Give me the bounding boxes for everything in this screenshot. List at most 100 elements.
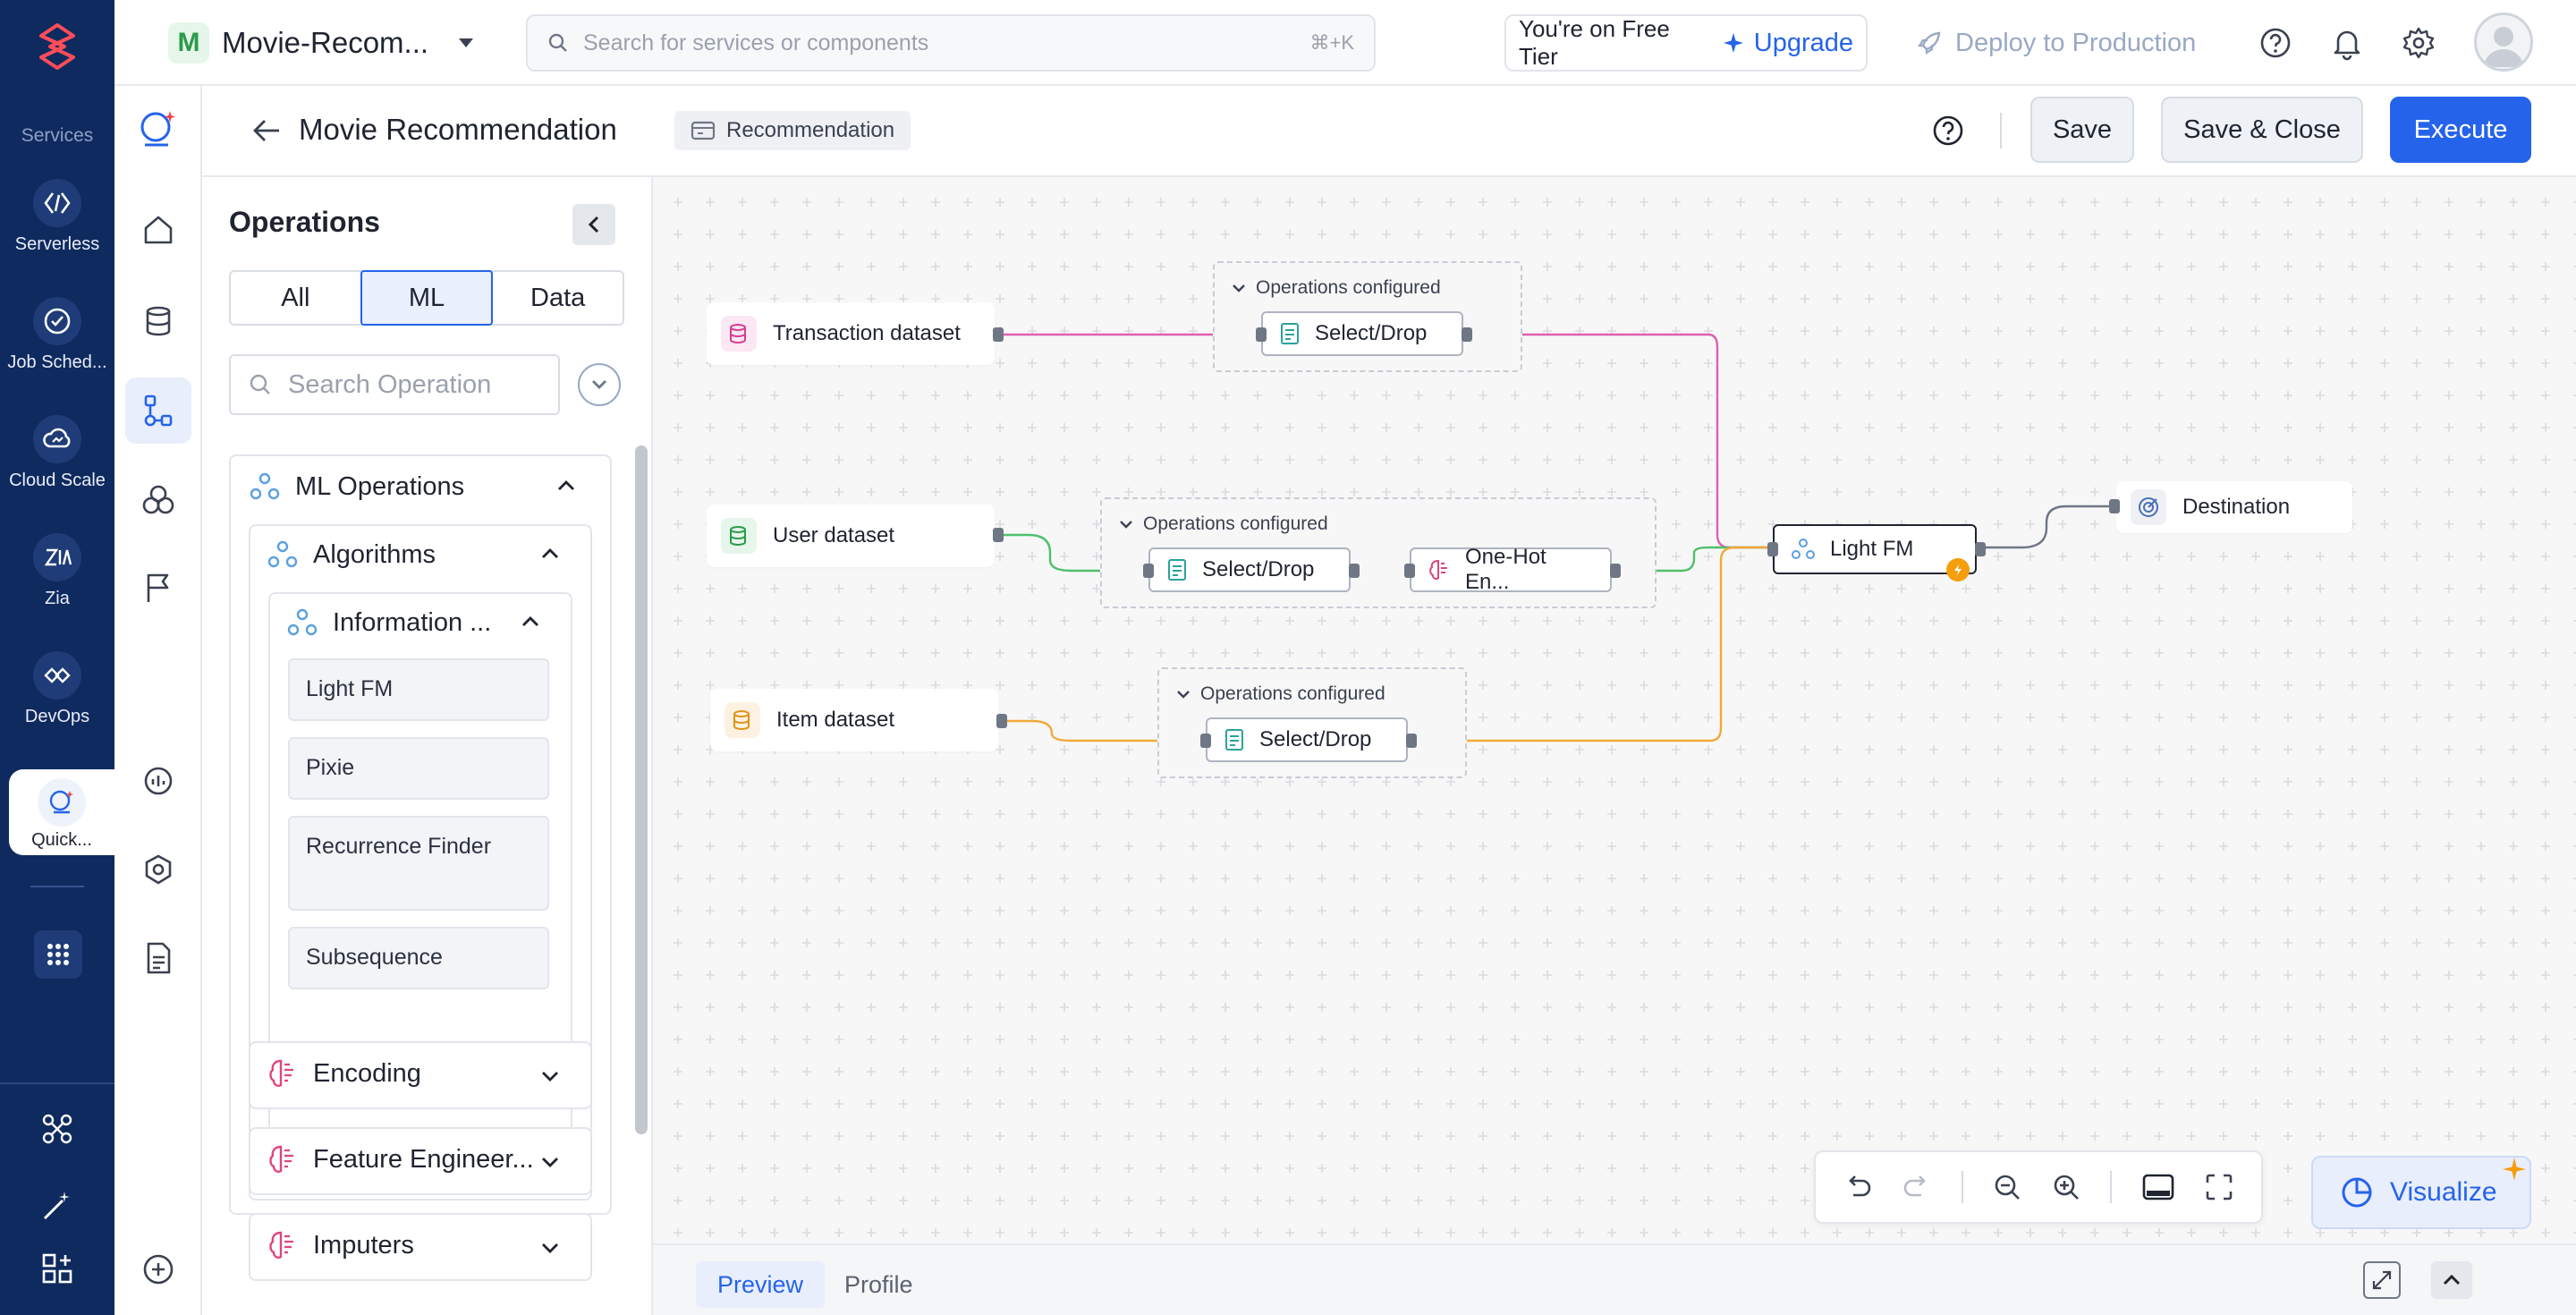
help-icon[interactable] bbox=[2258, 25, 2293, 61]
rail-item-label: Job Sched... bbox=[7, 352, 107, 372]
input-port[interactable] bbox=[1256, 327, 1267, 342]
one-hot-encoding-op[interactable]: One-Hot En... bbox=[1410, 545, 1612, 594]
search-placeholder: Search for services or components bbox=[583, 30, 929, 55]
apps-grid-icon[interactable] bbox=[34, 930, 82, 979]
group-header[interactable]: Operations configured bbox=[1118, 513, 1328, 535]
tab-all[interactable]: All bbox=[231, 272, 360, 324]
rail-item-zia[interactable]: Zia bbox=[0, 533, 114, 641]
bell-icon[interactable] bbox=[2329, 25, 2365, 61]
input-port[interactable] bbox=[1404, 564, 1415, 578]
filter-dropdown-button[interactable] bbox=[578, 363, 621, 406]
home-icon[interactable] bbox=[125, 197, 191, 263]
operation-search-input[interactable]: Search Operation bbox=[229, 354, 560, 415]
magic-wand-icon[interactable] bbox=[39, 1188, 75, 1224]
chevron-down-icon[interactable] bbox=[540, 1156, 560, 1168]
operations-scrollbar[interactable] bbox=[635, 445, 648, 1134]
output-port[interactable] bbox=[996, 714, 1007, 728]
quickml-logo-icon[interactable] bbox=[125, 97, 191, 163]
help-circle-icon[interactable] bbox=[1930, 113, 1966, 148]
pipeline-canvas[interactable]: Transaction dataset User dataset Item da… bbox=[653, 177, 2576, 1243]
save-close-button[interactable]: Save & Close bbox=[2161, 97, 2363, 163]
pipelines-icon[interactable] bbox=[125, 378, 191, 444]
operation-item-light-fm[interactable]: Light FM bbox=[288, 658, 549, 721]
chevron-up-icon[interactable] bbox=[2431, 1261, 2472, 1299]
operation-item-pixie[interactable]: Pixie bbox=[288, 737, 549, 800]
tab-data[interactable]: Data bbox=[493, 272, 623, 324]
warning-badge-icon[interactable] bbox=[1946, 558, 1970, 581]
document-icon[interactable] bbox=[125, 925, 191, 991]
flag-icon[interactable] bbox=[125, 555, 191, 621]
output-port[interactable] bbox=[1610, 564, 1621, 578]
destination-node[interactable]: Destination bbox=[2116, 481, 2352, 533]
group-header[interactable]: Operations configured bbox=[1231, 277, 1441, 299]
select-drop-op-user[interactable]: Select/Drop bbox=[1148, 547, 1351, 592]
imputers-header[interactable]: Imputers bbox=[267, 1229, 414, 1261]
models-icon[interactable] bbox=[125, 467, 191, 533]
rail-item-devops[interactable]: DevOps bbox=[0, 651, 114, 759]
rail-item-job-scheduler[interactable]: Job Sched... bbox=[0, 297, 114, 404]
output-port[interactable] bbox=[993, 528, 1004, 542]
rail-item-cloud-scale[interactable]: Cloud Scale bbox=[0, 415, 114, 522]
output-port[interactable] bbox=[1462, 327, 1472, 342]
tab-ml[interactable]: ML bbox=[360, 270, 494, 326]
global-search-input[interactable]: Search for services or components ⌘+K bbox=[526, 14, 1376, 72]
add-circle-icon[interactable] bbox=[125, 1236, 191, 1302]
analytics-icon[interactable] bbox=[125, 748, 191, 814]
catalyst-logo-icon[interactable] bbox=[30, 20, 84, 73]
tab-profile[interactable]: Profile bbox=[823, 1261, 935, 1308]
input-port[interactable] bbox=[1143, 564, 1154, 578]
chevron-up-icon[interactable] bbox=[540, 547, 560, 560]
chevron-down-icon[interactable] bbox=[540, 1242, 560, 1254]
deploy-to-production-button[interactable]: Deploy to Production bbox=[1916, 14, 2196, 72]
input-port[interactable] bbox=[1767, 542, 1778, 556]
project-switcher[interactable]: M Movie-Recom... bbox=[168, 18, 475, 68]
ml-operations-header[interactable]: ML Operations bbox=[249, 471, 464, 503]
database-icon[interactable] bbox=[125, 288, 191, 354]
encoding-header[interactable]: Encoding bbox=[267, 1057, 421, 1090]
chevron-up-icon[interactable] bbox=[556, 479, 576, 492]
rail-item-quickml[interactable]: Quick... bbox=[9, 769, 114, 855]
redo-icon[interactable] bbox=[1902, 1172, 1932, 1202]
group-label: Operations configured bbox=[1200, 683, 1385, 704]
integrations-icon[interactable] bbox=[39, 1111, 75, 1147]
transaction-dataset-node[interactable]: Transaction dataset bbox=[707, 302, 995, 365]
visualize-button[interactable]: Visualize bbox=[2311, 1156, 2531, 1229]
algorithms-header[interactable]: Algorithms bbox=[267, 539, 436, 571]
gear-icon[interactable] bbox=[2401, 25, 2436, 61]
tab-preview[interactable]: Preview bbox=[696, 1261, 826, 1308]
zoom-out-icon[interactable] bbox=[1992, 1172, 2022, 1202]
bottom-panel-icon[interactable] bbox=[2141, 1172, 2175, 1202]
output-port[interactable] bbox=[993, 327, 1004, 342]
add-widget-icon[interactable] bbox=[39, 1251, 75, 1286]
avatar[interactable] bbox=[2474, 13, 2533, 72]
input-port[interactable] bbox=[1200, 734, 1211, 748]
select-drop-op-transaction[interactable]: Select/Drop bbox=[1261, 311, 1463, 356]
operation-item-recurrence-finder[interactable]: Recurrence Finder bbox=[288, 816, 549, 911]
ai-settings-icon[interactable] bbox=[125, 837, 191, 904]
fullscreen-icon[interactable] bbox=[2204, 1172, 2234, 1202]
save-button[interactable]: Save bbox=[2030, 97, 2134, 163]
chevron-up-icon[interactable] bbox=[521, 615, 540, 628]
back-arrow-icon[interactable] bbox=[249, 113, 284, 148]
output-port[interactable] bbox=[1406, 734, 1417, 748]
item-dataset-node[interactable]: Item dataset bbox=[710, 689, 998, 751]
select-drop-op-item[interactable]: Select/Drop bbox=[1206, 717, 1408, 762]
execute-button[interactable]: Execute bbox=[2390, 97, 2531, 163]
collapse-panel-button[interactable] bbox=[572, 204, 615, 245]
undo-icon[interactable] bbox=[1843, 1172, 1873, 1202]
dataset-icon bbox=[721, 316, 757, 352]
operation-item-subsequence[interactable]: Subsequence bbox=[288, 927, 549, 989]
information-header[interactable]: Information ... bbox=[286, 607, 491, 639]
output-port[interactable] bbox=[1975, 542, 1986, 556]
output-port[interactable] bbox=[1349, 564, 1360, 578]
chevron-down-icon[interactable] bbox=[540, 1070, 560, 1082]
rail-item-serverless[interactable]: Serverless bbox=[0, 179, 114, 286]
serverless-icon bbox=[33, 179, 81, 227]
expand-icon[interactable] bbox=[2363, 1261, 2401, 1299]
input-port[interactable] bbox=[2109, 499, 2120, 513]
feature-engineering-header[interactable]: Feature Engineer... bbox=[267, 1143, 534, 1175]
group-header[interactable]: Operations configured bbox=[1175, 683, 1385, 705]
zoom-in-icon[interactable] bbox=[2051, 1172, 2081, 1202]
user-dataset-node[interactable]: User dataset bbox=[707, 505, 995, 567]
upgrade-link[interactable]: Upgrade bbox=[1754, 29, 1853, 58]
